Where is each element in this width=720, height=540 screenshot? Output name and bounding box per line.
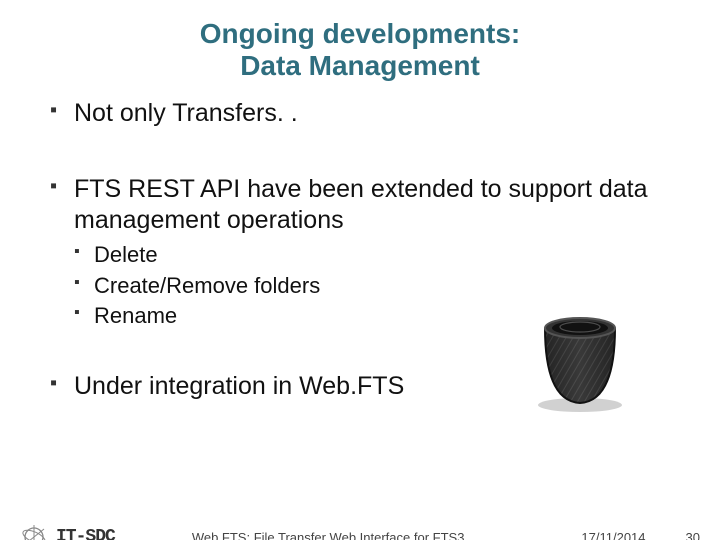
- footer-slide-number: 30: [686, 530, 700, 540]
- cern-logo-icon: [20, 523, 48, 540]
- slide-footer: IT-SDC Web.FTS: File Transfer Web Interf…: [0, 516, 720, 540]
- slide-title: Ongoing developments: Data Management: [0, 18, 720, 82]
- bullet-item: FTS REST API have been extended to suppo…: [50, 174, 680, 237]
- sub-bullet-item: Create/Remove folders: [74, 273, 680, 299]
- footer-presentation-title: Web.FTS: File Transfer Web Interface for…: [75, 530, 582, 540]
- title-line-2: Data Management: [240, 50, 480, 81]
- trash-bin-icon: [530, 303, 630, 418]
- footer-date: 17/11/2014: [581, 530, 645, 540]
- sub-bullet-item: Delete: [74, 242, 680, 268]
- title-line-1: Ongoing developments:: [200, 18, 520, 49]
- bullet-item: Not only Transfers. .: [50, 98, 680, 129]
